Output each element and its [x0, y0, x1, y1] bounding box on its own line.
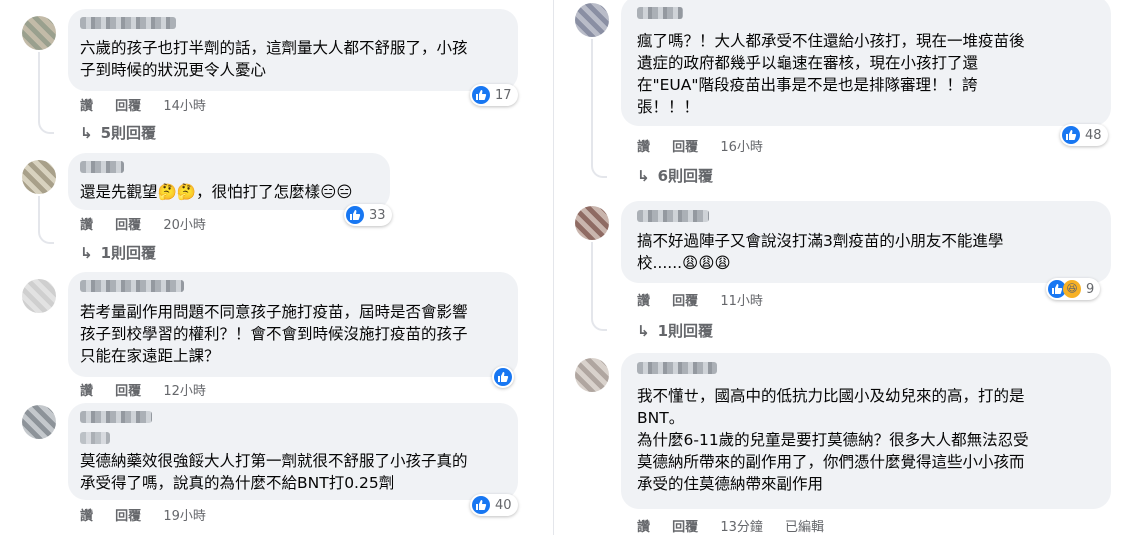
timestamp[interactable]: 19小時 — [163, 509, 206, 524]
thread-curve — [591, 152, 607, 178]
like-button[interactable]: 讚 — [80, 384, 93, 399]
comment-actions: 讚 回覆 20小時 — [80, 214, 224, 233]
commenter-name-blurred[interactable] — [80, 161, 124, 173]
thread-curve — [38, 218, 54, 244]
reaction-count: 33 — [369, 207, 386, 223]
like-button[interactable]: 讚 — [637, 520, 650, 535]
reply-arrow-icon: ↳ — [80, 124, 93, 142]
avatar[interactable] — [22, 16, 56, 50]
reaction-summary[interactable]: 😆 9 — [1046, 278, 1101, 300]
like-button[interactable]: 讚 — [80, 509, 93, 524]
commenter-name-blurred[interactable] — [637, 7, 683, 19]
reply-button[interactable]: 回覆 — [115, 509, 141, 524]
like-icon — [494, 368, 512, 386]
column-divider — [553, 0, 554, 535]
view-replies-link[interactable]: ↳ 6則回覆 — [637, 165, 713, 186]
comment-text: 莫德納藥效很強餒大人打第一劑就很不舒服了小孩子真的 承受得了嗎，說真的為什麼不給… — [80, 452, 468, 492]
reply-button[interactable]: 回覆 — [115, 384, 141, 399]
commenter-name-blurred[interactable] — [80, 17, 176, 29]
reply-button[interactable]: 回覆 — [672, 294, 698, 309]
view-replies-link[interactable]: ↳ 5則回覆 — [80, 122, 156, 143]
like-button[interactable]: 讚 — [80, 99, 93, 114]
comment-text: 若考量副作用問題不同意孩子施打疫苗，屆時是否會影響 孩子到校學習的權利？！會不會… — [80, 303, 468, 365]
comment-text: 瘋了嗎？！大人都承受不住還給小孩打，現在一堆疫苗後 遺症的政府都幾乎以龜速在審核… — [637, 32, 1025, 116]
comment-actions: 讚 回覆 13分鐘 已編輯 — [637, 516, 842, 535]
like-icon — [346, 206, 364, 224]
reply-button[interactable]: 回覆 — [672, 140, 698, 155]
timestamp[interactable]: 20小時 — [163, 218, 206, 233]
avatar[interactable] — [22, 160, 56, 194]
like-button[interactable]: 讚 — [80, 218, 93, 233]
reply-arrow-icon: ↳ — [637, 167, 650, 185]
reaction-summary[interactable]: 48 — [1060, 124, 1108, 146]
avatar[interactable] — [575, 358, 609, 392]
reaction-summary[interactable]: 40 — [470, 494, 518, 516]
avatar[interactable] — [22, 405, 56, 439]
comment-actions: 讚 回覆 19小時 — [80, 505, 224, 524]
avatar[interactable] — [575, 3, 609, 37]
timestamp[interactable]: 11小時 — [720, 294, 763, 309]
reply-arrow-icon: ↳ — [637, 322, 650, 340]
like-icon — [472, 86, 490, 104]
commenter-tag-blurred — [80, 432, 110, 444]
reaction-summary[interactable] — [492, 366, 514, 388]
timestamp[interactable]: 13分鐘 — [720, 520, 763, 535]
commenter-name-blurred[interactable] — [80, 411, 152, 423]
like-button[interactable]: 讚 — [637, 294, 650, 309]
reaction-summary[interactable]: 33 — [344, 204, 392, 226]
avatar[interactable] — [575, 206, 609, 240]
reaction-summary[interactable]: 17 — [470, 84, 518, 106]
reaction-count: 17 — [495, 87, 512, 103]
view-replies-link[interactable]: ↳ 1則回覆 — [637, 320, 713, 341]
reply-button[interactable]: 回覆 — [672, 520, 698, 535]
reaction-count: 40 — [495, 497, 512, 513]
haha-icon: 😆 — [1063, 280, 1081, 298]
like-button[interactable]: 讚 — [637, 140, 650, 155]
timestamp[interactable]: 14小時 — [163, 99, 206, 114]
reply-arrow-icon: ↳ — [80, 244, 93, 262]
reply-button[interactable]: 回覆 — [115, 218, 141, 233]
timestamp[interactable]: 12小時 — [163, 384, 206, 399]
commenter-name-blurred[interactable] — [80, 280, 184, 292]
view-replies-link[interactable]: ↳ 1則回覆 — [80, 242, 156, 263]
comment-actions: 讚 回覆 16小時 — [637, 136, 781, 155]
thread-line — [591, 39, 593, 165]
reaction-count: 9 — [1086, 281, 1095, 297]
thread-curve — [38, 110, 54, 134]
thread-curve — [591, 305, 607, 331]
like-icon — [1062, 126, 1080, 144]
comment-text: 還是先觀望🤔🤔，很怕打了怎麼樣😑😑 — [80, 183, 353, 201]
reply-button[interactable]: 回覆 — [115, 99, 141, 114]
comment-text: 六歲的孩子也打半劑的話，這劑量大人都不舒服了，小孩 子到時候的狀況更令人憂心 — [80, 39, 468, 79]
commenter-name-blurred[interactable] — [637, 362, 717, 374]
comment-actions: 讚 回覆 14小時 — [80, 95, 224, 114]
timestamp[interactable]: 16小時 — [720, 140, 763, 155]
comment-text: 搞不好過陣子又會說沒打滿3劑疫苗的小朋友不能進學 校......😩😩😩 — [637, 232, 1004, 272]
comment-actions: 讚 回覆 12小時 — [80, 380, 224, 399]
comment-text: 我不懂ㄝ，國高中的低抗力比國小及幼兒來的高，打的是 BNT。 為什麼6-11歲的… — [637, 387, 1029, 493]
avatar[interactable] — [22, 279, 56, 313]
edited-label: 已編輯 — [785, 520, 825, 535]
comment-actions: 讚 回覆 11小時 — [637, 290, 781, 309]
commenter-name-blurred[interactable] — [637, 210, 709, 222]
reaction-count: 48 — [1085, 127, 1102, 143]
like-icon — [472, 496, 490, 514]
